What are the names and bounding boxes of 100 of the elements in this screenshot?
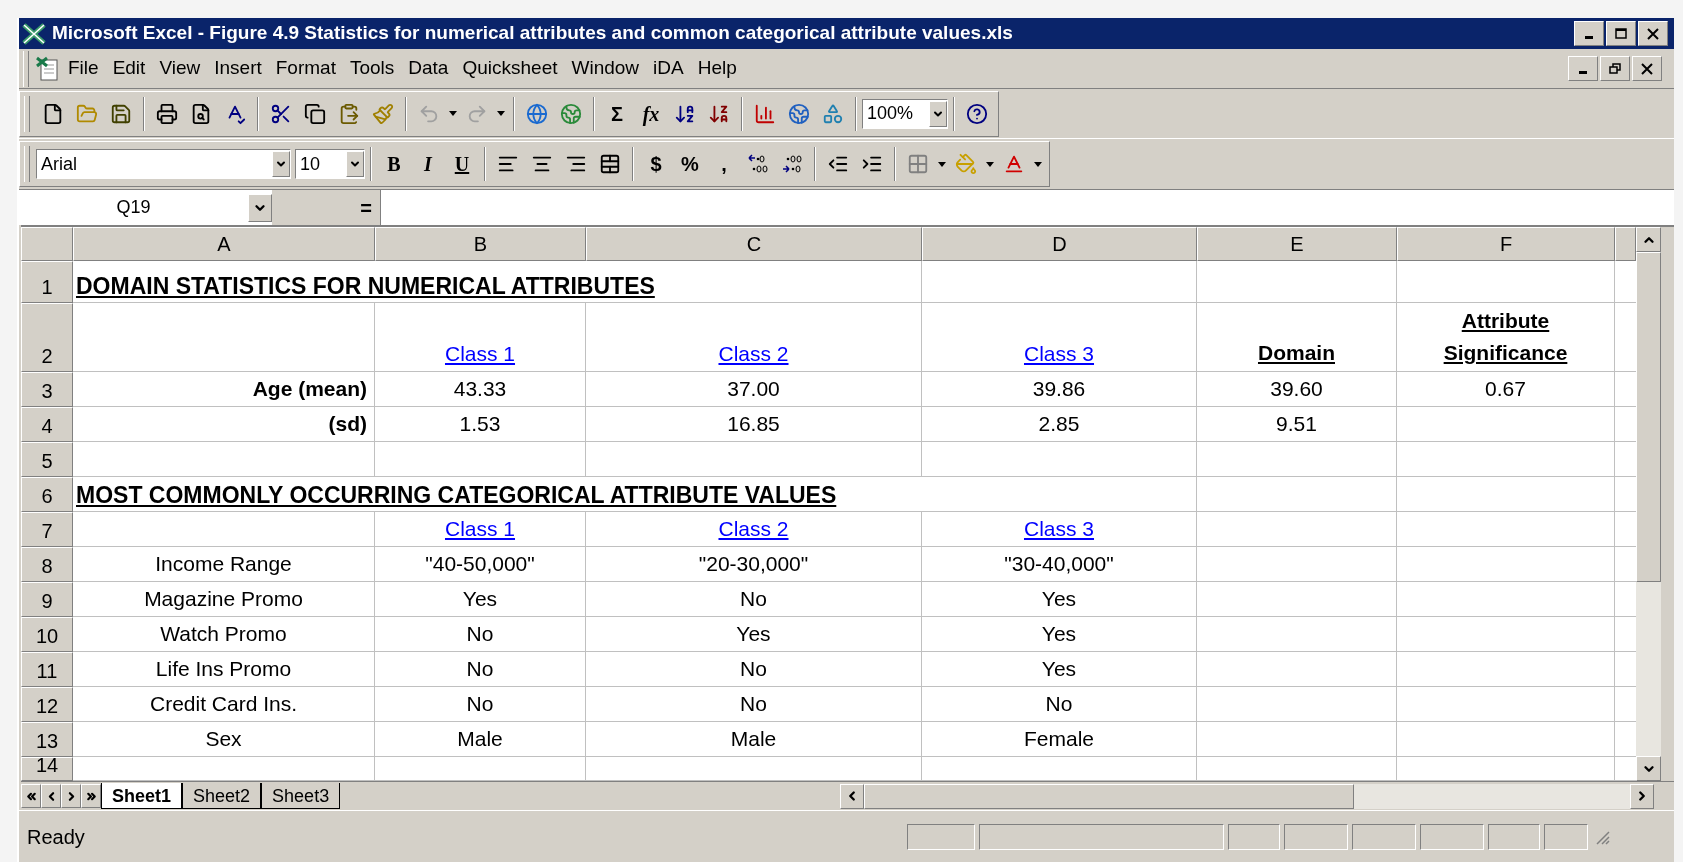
tab-scroll-button[interactable] (41, 784, 61, 808)
grid-cell[interactable]: Sex (73, 722, 375, 757)
grid-cell[interactable]: 39.60 (1197, 372, 1397, 407)
grid-cell[interactable]: Yes (922, 582, 1197, 617)
grid-cell[interactable]: Income Range (73, 547, 375, 582)
row-header[interactable]: 14 (21, 757, 73, 781)
equals-button[interactable]: = (272, 190, 380, 225)
column-header[interactable]: B (375, 227, 586, 261)
function-button[interactable]: fx (634, 96, 668, 131)
grid-cell[interactable]: Yes (922, 652, 1197, 687)
grid-cell[interactable]: Age (mean) (73, 372, 375, 407)
menu-item[interactable]: Quicksheet (455, 52, 565, 85)
grid-cell[interactable]: (sd) (73, 407, 375, 442)
grid-cell[interactable]: No (375, 617, 586, 652)
grid-cell[interactable]: 0.67 (1397, 372, 1615, 407)
grid-cell[interactable]: No (586, 652, 922, 687)
restore-button[interactable] (1600, 56, 1630, 81)
grid-cell[interactable]: Female (922, 722, 1197, 757)
tab-scroll-button[interactable] (21, 784, 41, 808)
grid-cell[interactable] (1197, 582, 1397, 617)
menu-item[interactable]: iDA (646, 52, 691, 85)
sheet-tab[interactable]: Sheet1 (101, 783, 183, 809)
grid-cell[interactable]: Class 2 (586, 303, 922, 372)
grid-cell[interactable]: Class 3 (922, 303, 1197, 372)
grid-cell[interactable]: Attribute Significance (1397, 303, 1615, 372)
grid-cell[interactable]: "30-40,000" (922, 547, 1197, 582)
font-dropdown[interactable]: Arial (36, 149, 291, 179)
grid-cell[interactable] (1397, 617, 1615, 652)
grid-cell[interactable] (1397, 512, 1615, 547)
grid-cell[interactable]: MOST COMMONLY OCCURRING CATEGORICAL ATTRIBUTE VALUES (73, 477, 1197, 512)
row-header[interactable]: 13 (21, 722, 73, 757)
grid-cell[interactable] (1397, 547, 1615, 582)
close-button[interactable] (1638, 21, 1668, 46)
grid-cell[interactable] (1197, 652, 1397, 687)
grid-cell[interactable] (586, 757, 922, 781)
grid-cell[interactable] (1397, 442, 1615, 477)
grid-cell[interactable] (1197, 261, 1397, 303)
grid-cell[interactable] (1197, 757, 1397, 781)
column-header[interactable]: A (73, 227, 375, 261)
minimize-button[interactable] (1568, 56, 1598, 81)
tab-scroll-button[interactable] (61, 784, 81, 808)
currency-button[interactable]: $ (639, 147, 673, 181)
grid-cell[interactable]: No (922, 687, 1197, 722)
grid-cell[interactable]: No (586, 582, 922, 617)
font-size-dropdown[interactable]: 10 (295, 149, 365, 179)
grid-cell[interactable]: Life Ins Promo (73, 652, 375, 687)
menu-item[interactable]: View (152, 52, 208, 85)
row-header[interactable]: 10 (21, 617, 73, 652)
grid-cell[interactable]: Class 1 (375, 303, 586, 372)
grid-cell[interactable] (1397, 722, 1615, 757)
grid-cell[interactable]: 1.53 (375, 407, 586, 442)
menu-item[interactable]: Tools (342, 52, 402, 85)
grid-cell[interactable] (375, 757, 586, 781)
grid-cell[interactable]: Watch Promo (73, 617, 375, 652)
row-header[interactable]: 7 (21, 512, 73, 547)
minimize-button[interactable] (1574, 21, 1604, 46)
menu-item[interactable]: Data (401, 52, 456, 85)
grid-cell[interactable] (73, 757, 375, 781)
row-header[interactable]: 12 (21, 687, 73, 722)
grid-cell[interactable] (1397, 582, 1615, 617)
maximize-button[interactable] (1606, 21, 1636, 46)
grid-cell[interactable]: "40-50,000" (375, 547, 586, 582)
grid-cell[interactable]: 9.51 (1197, 407, 1397, 442)
grid-cell[interactable]: Yes (586, 617, 922, 652)
row-header[interactable]: 4 (21, 407, 73, 442)
column-header[interactable]: F (1397, 227, 1615, 261)
grid-cell[interactable] (586, 442, 922, 477)
grid-cell[interactable]: 37.00 (586, 372, 922, 407)
grid-cell[interactable] (73, 303, 375, 372)
zoom-dropdown[interactable]: 100% (862, 98, 948, 129)
grid-cell[interactable] (1197, 617, 1397, 652)
column-header[interactable]: E (1197, 227, 1397, 261)
horizontal-scrollbar[interactable] (840, 783, 1654, 809)
grid-cell[interactable] (922, 757, 1197, 781)
sheet-tab[interactable]: Sheet2 (182, 783, 262, 809)
grid-cell[interactable]: 43.33 (375, 372, 586, 407)
percent-button[interactable]: % (673, 147, 707, 181)
grid-cell[interactable] (1197, 442, 1397, 477)
grid-cell[interactable]: DOMAIN STATISTICS FOR NUMERICAL ATTRIBUTES (73, 261, 922, 303)
row-header[interactable]: 11 (21, 652, 73, 687)
grid-cell[interactable] (1397, 477, 1615, 512)
grid-cell[interactable] (1397, 757, 1615, 781)
underline-button[interactable]: U (445, 147, 479, 181)
class-link[interactable]: Class 3 (925, 337, 1193, 369)
column-header[interactable] (1615, 227, 1636, 261)
row-header[interactable]: 2 (21, 303, 73, 372)
select-all-corner[interactable] (21, 227, 73, 261)
row-header[interactable]: 1 (21, 261, 73, 303)
grid-cell[interactable] (1397, 407, 1615, 442)
grid-cell[interactable]: 2.85 (922, 407, 1197, 442)
grid-cell[interactable]: Yes (375, 582, 586, 617)
grid-cell[interactable]: Domain (1197, 303, 1397, 372)
sheet-tab[interactable]: Sheet3 (261, 783, 341, 809)
bold-button[interactable]: B (377, 147, 411, 181)
grid-cell[interactable]: No (586, 687, 922, 722)
grid-cell[interactable] (1397, 652, 1615, 687)
grid-cell[interactable]: No (375, 687, 586, 722)
grid-cell[interactable]: Credit Card Ins. (73, 687, 375, 722)
grid-cell[interactable] (1397, 261, 1615, 303)
grid-cell[interactable]: Yes (922, 617, 1197, 652)
